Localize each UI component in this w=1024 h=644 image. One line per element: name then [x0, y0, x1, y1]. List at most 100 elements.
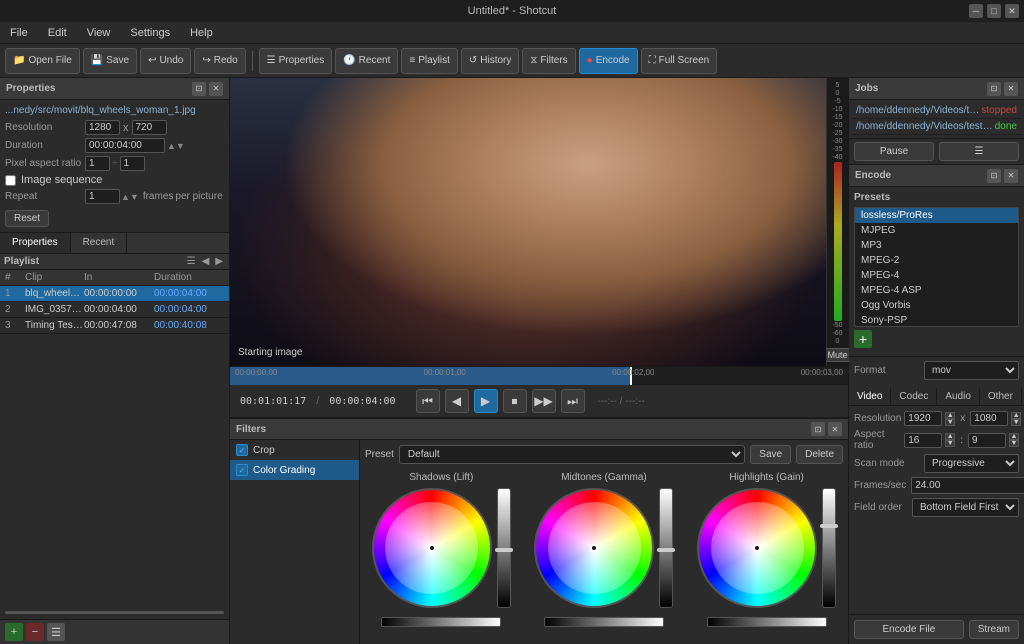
- playlist-next-btn[interactable]: ▶: [213, 256, 225, 267]
- menu-edit[interactable]: Edit: [43, 25, 72, 41]
- preset-mp3[interactable]: MP3: [855, 238, 1018, 253]
- aspect-w-up[interactable]: ▲: [945, 433, 955, 440]
- highlights-hue-slider[interactable]: [707, 617, 827, 627]
- playlist-add-button[interactable]: +: [5, 623, 23, 641]
- filter-color-grading[interactable]: ✓ Color Grading: [230, 460, 359, 480]
- stream-button[interactable]: Stream: [969, 620, 1019, 639]
- filters-float-btn[interactable]: ⊡: [811, 422, 825, 436]
- midtones-wheel-dot[interactable]: [590, 544, 598, 552]
- highlights-wheel[interactable]: [697, 488, 817, 608]
- filter-crop-check[interactable]: ✓: [236, 444, 248, 456]
- midtones-slider[interactable]: [659, 488, 673, 608]
- cg-delete-button[interactable]: Delete: [796, 445, 843, 464]
- format-select[interactable]: mov: [924, 361, 1019, 380]
- tab-audio[interactable]: Audio: [937, 388, 980, 405]
- jobs-menu-button[interactable]: ☰: [939, 142, 1019, 161]
- preset-lossless[interactable]: lossless/ProRes: [855, 208, 1018, 223]
- repeat-value-input[interactable]: [85, 189, 120, 204]
- window-controls[interactable]: ─ □ ✕: [969, 4, 1019, 18]
- shadows-color-wheel[interactable]: [372, 488, 492, 608]
- shadows-wheel-dot[interactable]: [428, 544, 436, 552]
- pixel-aspect-1-input[interactable]: [85, 156, 110, 171]
- play-button[interactable]: ▶: [474, 389, 498, 413]
- aspect-w-input[interactable]: [904, 433, 942, 448]
- preset-mpeg4[interactable]: MPEG-4: [855, 268, 1018, 283]
- reset-button[interactable]: Reset: [5, 210, 49, 227]
- playlist-menu-button[interactable]: ☰: [47, 623, 65, 641]
- highlights-slider[interactable]: [822, 488, 836, 608]
- properties-close-button[interactable]: ✕: [209, 82, 223, 96]
- resolution-w-input[interactable]: [85, 120, 120, 135]
- resolution-h-input[interactable]: [132, 120, 167, 135]
- image-sequence-checkbox[interactable]: [5, 175, 16, 186]
- properties-float-button[interactable]: ⊡: [192, 82, 206, 96]
- preset-mjpeg[interactable]: MJPEG: [855, 223, 1018, 238]
- recent-button[interactable]: 🕐 Recent: [335, 48, 398, 74]
- shadows-wheel[interactable]: [372, 488, 492, 608]
- skip-start-button[interactable]: ⏮: [416, 389, 440, 413]
- mute-button[interactable]: Mute: [825, 348, 851, 362]
- playlist-remove-button[interactable]: −: [26, 623, 44, 641]
- add-preset-button[interactable]: +: [854, 330, 872, 348]
- menu-settings[interactable]: Settings: [125, 25, 175, 41]
- undo-button[interactable]: ↩ Undo: [140, 48, 191, 74]
- encode-float-btn[interactable]: ⊡: [987, 169, 1001, 183]
- playlist-button[interactable]: ≡ Playlist: [401, 48, 458, 74]
- open-file-button[interactable]: 📁 Open File: [5, 48, 80, 74]
- aspect-h-down[interactable]: ▼: [1009, 440, 1019, 447]
- encode-file-button[interactable]: Encode File: [854, 620, 964, 639]
- tab-properties[interactable]: Properties: [0, 233, 71, 253]
- filter-cg-check[interactable]: ✓: [236, 464, 248, 476]
- encode-close-btn[interactable]: ✕: [1004, 169, 1018, 183]
- pixel-aspect-2-input[interactable]: [120, 156, 145, 171]
- res-w-up[interactable]: ▲: [945, 412, 955, 419]
- close-button[interactable]: ✕: [1005, 4, 1019, 18]
- preset-ogg[interactable]: Ogg Vorbis: [855, 298, 1018, 313]
- midtones-color-wheel[interactable]: [534, 488, 654, 608]
- preset-mpeg2[interactable]: MPEG-2: [855, 253, 1018, 268]
- properties-button[interactable]: ☰ Properties: [259, 48, 333, 74]
- aspect-h-up[interactable]: ▲: [1009, 433, 1019, 440]
- duration-input[interactable]: [85, 138, 165, 153]
- shadows-slider[interactable]: [497, 488, 511, 608]
- preset-select[interactable]: Default: [399, 445, 745, 464]
- preset-sonypsp[interactable]: Sony-PSP: [855, 313, 1018, 327]
- redo-button[interactable]: ↪ Redo: [194, 48, 245, 74]
- res-w-down[interactable]: ▼: [945, 419, 955, 426]
- save-button[interactable]: 💾 Save: [83, 48, 137, 74]
- skip-end-button[interactable]: ⏭: [561, 389, 585, 413]
- cg-save-button[interactable]: Save: [750, 445, 791, 464]
- jobs-float-btn[interactable]: ⊡: [987, 82, 1001, 96]
- pause-button[interactable]: Pause: [854, 142, 934, 161]
- preset-mpeg4asp[interactable]: MPEG-4 ASP: [855, 283, 1018, 298]
- aspect-h-input[interactable]: [968, 433, 1006, 448]
- tab-codec[interactable]: Codec: [891, 388, 937, 405]
- minimize-button[interactable]: ─: [969, 4, 983, 18]
- playlist-row[interactable]: 3 Timing Testsl... 00:00:47:08 00:00:40:…: [0, 318, 229, 334]
- shadows-hue-slider[interactable]: [381, 617, 501, 627]
- filters-button[interactable]: ⧖ Filters: [522, 48, 575, 74]
- jobs-close-btn[interactable]: ✕: [1004, 82, 1018, 96]
- res-h-down[interactable]: ▼: [1011, 419, 1021, 426]
- stop-button[interactable]: ⏹: [503, 389, 527, 413]
- prev-frame-button[interactable]: ◀: [445, 389, 469, 413]
- menu-view[interactable]: View: [82, 25, 116, 41]
- tab-recent[interactable]: Recent: [71, 233, 128, 253]
- midtones-hue-slider[interactable]: [544, 617, 664, 627]
- next-frame-button[interactable]: ▶▶: [532, 389, 556, 413]
- midtones-wheel[interactable]: [534, 488, 654, 608]
- field-order-select[interactable]: Bottom Field First: [912, 498, 1019, 517]
- filters-close-btn[interactable]: ✕: [828, 422, 842, 436]
- res-w-input[interactable]: [904, 411, 942, 426]
- playlist-row[interactable]: 2 IMG_0357.jpg 00:00:04:00 00:00:04:00: [0, 302, 229, 318]
- tab-other[interactable]: Other: [980, 388, 1022, 405]
- menu-file[interactable]: File: [5, 25, 33, 41]
- highlights-wheel-dot[interactable]: [753, 544, 761, 552]
- tab-video[interactable]: Video: [849, 388, 891, 405]
- frames-sec-input[interactable]: [911, 477, 1024, 494]
- history-button[interactable]: ↺ History: [461, 48, 520, 74]
- menu-help[interactable]: Help: [185, 25, 218, 41]
- aspect-w-down[interactable]: ▼: [945, 440, 955, 447]
- playlist-row[interactable]: 1 blq_wheels_... 00:00:00:00 00:00:04:00: [0, 286, 229, 302]
- filter-crop[interactable]: ✓ Crop: [230, 440, 359, 460]
